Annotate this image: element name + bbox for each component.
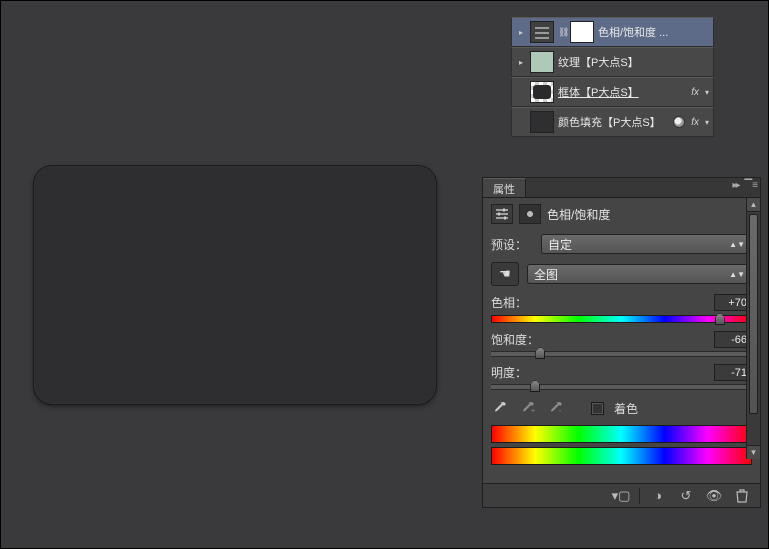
- layer-thumb[interactable]: [530, 81, 554, 103]
- hue-slider: 色相： +70: [491, 294, 752, 323]
- trash-icon[interactable]: [732, 487, 752, 505]
- adjustment-title: 色相/饱和度: [547, 206, 610, 223]
- properties-body: 色相/饱和度 预设： 自定 ▲▼ ☚ 全图 ▲▼ 色相： +70: [483, 198, 760, 483]
- slider-thumb[interactable]: [530, 380, 540, 392]
- expand-icon[interactable]: ▸: [516, 27, 526, 37]
- scrollbar-thumb[interactable]: [749, 214, 758, 414]
- layers-panel: ▸ ⛓ 色相/饱和度 ... ▸ 纹理【P大点S】 框体【P大点S】 fx ▾ …: [511, 17, 714, 137]
- dropdown-icon: ▲▼: [729, 270, 745, 279]
- collapse-icon[interactable]: ▸▸: [732, 180, 738, 191]
- reset-icon[interactable]: ↺: [676, 487, 696, 505]
- layer-row-frame[interactable]: 框体【P大点S】 fx ▾: [511, 77, 714, 107]
- slider-thumb[interactable]: [535, 347, 545, 359]
- adjustment-icon: [491, 204, 513, 224]
- hue-track[interactable]: [491, 315, 752, 323]
- visibility-icon[interactable]: 👁: [704, 487, 724, 505]
- properties-footer: ▾▢ ◑ ↺ 👁: [483, 483, 760, 507]
- preset-value: 自定: [548, 236, 572, 253]
- layer-mask[interactable]: [570, 21, 594, 43]
- preset-label: 预设：: [491, 236, 533, 253]
- colorize-label: 着色: [614, 400, 638, 417]
- chevron-down-icon[interactable]: ▾: [705, 88, 709, 97]
- canvas-artwork: [34, 166, 436, 404]
- saturation-track[interactable]: [491, 352, 752, 356]
- layer-thumb[interactable]: [530, 111, 554, 133]
- layer-name[interactable]: 纹理【P大点S】: [558, 54, 709, 70]
- layer-row-hue-saturation[interactable]: ▸ ⛓ 色相/饱和度 ...: [511, 17, 714, 47]
- svg-text:+: +: [531, 408, 535, 415]
- tab-properties[interactable]: 属性: [483, 178, 526, 197]
- mask-icon: [519, 204, 541, 224]
- hue-label: 色相：: [491, 294, 527, 311]
- range-value: 全图: [534, 266, 558, 283]
- panel-menu-icon[interactable]: ▔≡: [744, 180, 758, 191]
- scroll-up-icon[interactable]: ▲: [747, 198, 760, 212]
- properties-panel: 属性 ▸▸ ▔≡ 色相/饱和度 预设： 自定 ▲▼ ☚ 全图 ▲▼: [482, 177, 761, 508]
- layer-thumb[interactable]: [530, 51, 554, 73]
- lightness-label: 明度：: [491, 364, 527, 381]
- scroll-down-icon[interactable]: ▼: [747, 445, 760, 459]
- visibility-icon[interactable]: [673, 116, 685, 128]
- eyedropper-minus-icon[interactable]: -: [547, 399, 565, 417]
- spectrum-preview-bottom: [491, 447, 752, 465]
- layer-row-colorfill[interactable]: 颜色填充【P大点S】 fx ▾: [511, 107, 714, 137]
- adjustment-thumb-icon[interactable]: [530, 21, 554, 43]
- chevron-down-icon[interactable]: ▾: [705, 118, 709, 127]
- fx-badge[interactable]: fx: [691, 87, 699, 98]
- link-icon[interactable]: ⛓: [558, 27, 566, 38]
- slider-thumb[interactable]: [715, 313, 725, 325]
- fx-badge[interactable]: fx: [691, 117, 699, 128]
- layer-name[interactable]: 框体【P大点S】: [558, 84, 687, 100]
- preset-select[interactable]: 自定 ▲▼: [541, 234, 752, 254]
- saturation-slider: 饱和度： -66: [491, 331, 752, 356]
- eyedropper-plus-icon[interactable]: +: [519, 399, 537, 417]
- targeted-adjust-icon[interactable]: ☚: [491, 262, 519, 286]
- panel-tabbar: 属性 ▸▸ ▔≡: [483, 178, 760, 198]
- previous-state-icon[interactable]: ◑: [648, 487, 668, 505]
- vertical-scrollbar[interactable]: ▲ ▼: [746, 198, 760, 459]
- dropdown-icon: ▲▼: [729, 240, 745, 249]
- spectrum-preview-top: [491, 425, 752, 443]
- saturation-label: 饱和度：: [491, 331, 539, 348]
- expand-icon[interactable]: ▸: [516, 57, 526, 67]
- layer-name[interactable]: 颜色填充【P大点S】: [558, 114, 669, 130]
- lightness-slider: 明度： -71: [491, 364, 752, 389]
- eyedropper-icon[interactable]: [491, 399, 509, 417]
- layer-name[interactable]: 色相/饱和度 ...: [598, 24, 709, 40]
- svg-text:-: -: [559, 408, 562, 415]
- layer-row-texture[interactable]: ▸ 纹理【P大点S】: [511, 47, 714, 77]
- colorize-checkbox[interactable]: [591, 402, 604, 415]
- range-select[interactable]: 全图 ▲▼: [527, 264, 752, 284]
- clip-to-layer-icon[interactable]: ▾▢: [611, 487, 631, 505]
- lightness-track[interactable]: [491, 385, 752, 389]
